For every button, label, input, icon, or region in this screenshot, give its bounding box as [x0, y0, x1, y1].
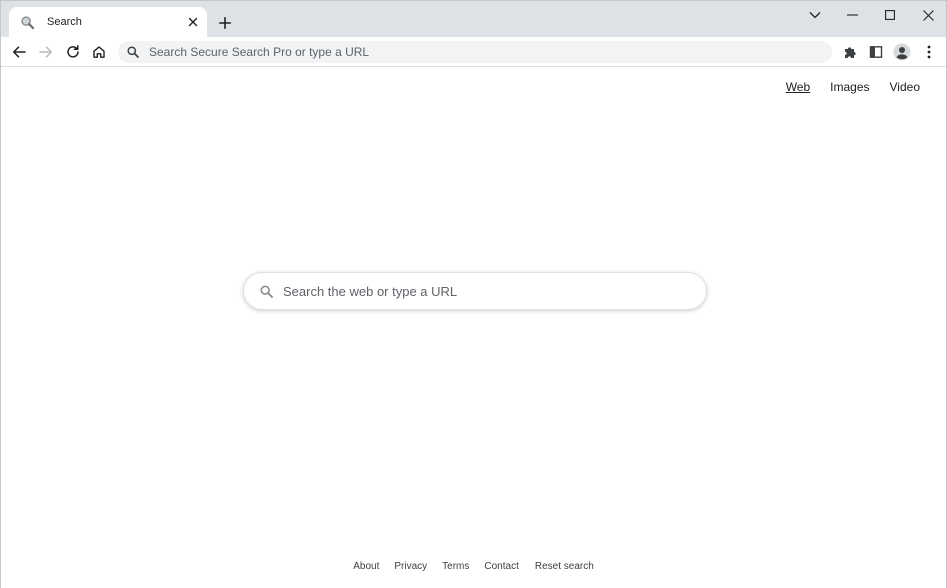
- footer-privacy-link[interactable]: Privacy: [394, 561, 427, 572]
- search-icon: [260, 284, 273, 298]
- search-type-nav: Web Images Video: [786, 80, 920, 94]
- tab-search[interactable]: Search: [9, 7, 207, 37]
- magnifier-favicon-icon: [19, 14, 35, 30]
- close-icon: [922, 9, 934, 21]
- tab-search-dropdown-button[interactable]: [796, 1, 834, 29]
- nav-web-link[interactable]: Web: [786, 80, 810, 94]
- extensions-button[interactable]: [838, 40, 862, 64]
- footer-contact-link[interactable]: Contact: [484, 561, 518, 572]
- minimize-button[interactable]: [833, 1, 871, 29]
- page-content: Web Images Video About Privacy Terms Con…: [1, 68, 946, 588]
- footer-about-link[interactable]: About: [353, 561, 379, 572]
- new-tab-button[interactable]: [214, 12, 236, 34]
- home-icon: [93, 46, 105, 58]
- search-box[interactable]: [243, 272, 707, 310]
- home-button[interactable]: [87, 40, 111, 64]
- search-icon: [127, 46, 139, 58]
- maximize-icon: [885, 10, 895, 20]
- arrow-left-icon: [12, 46, 26, 58]
- tab-close-icon[interactable]: [183, 12, 203, 32]
- menu-button[interactable]: [917, 40, 941, 64]
- arrow-right-icon: [39, 46, 53, 58]
- browser-toolbar: Search Secure Search Pro or type a URL: [1, 37, 946, 67]
- tab-strip: Search: [1, 1, 946, 37]
- side-panel-icon: [869, 46, 883, 58]
- reload-icon: [67, 45, 79, 58]
- more-vertical-icon: [927, 45, 931, 59]
- avatar-icon: [893, 43, 911, 61]
- nav-video-link[interactable]: Video: [890, 80, 920, 94]
- plus-icon: [219, 17, 231, 29]
- forward-button[interactable]: [34, 40, 58, 64]
- footer-reset-search-link[interactable]: Reset search: [535, 561, 594, 572]
- profile-button[interactable]: [890, 40, 914, 64]
- puzzle-icon: [845, 47, 856, 58]
- search-input[interactable]: [283, 283, 683, 299]
- minimize-icon: [846, 14, 858, 16]
- reload-button[interactable]: [61, 40, 85, 64]
- address-bar[interactable]: Search Secure Search Pro or type a URL: [118, 41, 832, 63]
- close-window-button[interactable]: [909, 1, 947, 29]
- maximize-button[interactable]: [871, 1, 909, 29]
- chevron-down-icon: [809, 12, 821, 19]
- browser-window: Search Search Secure Search Pro or type …: [0, 0, 947, 588]
- footer-links: About Privacy Terms Contact Reset search: [1, 561, 946, 572]
- address-bar-placeholder: Search Secure Search Pro or type a URL: [149, 45, 370, 59]
- side-panel-button[interactable]: [864, 40, 888, 64]
- tab-title: Search: [47, 16, 82, 28]
- footer-terms-link[interactable]: Terms: [442, 561, 469, 572]
- nav-images-link[interactable]: Images: [830, 80, 869, 94]
- back-button[interactable]: [7, 40, 31, 64]
